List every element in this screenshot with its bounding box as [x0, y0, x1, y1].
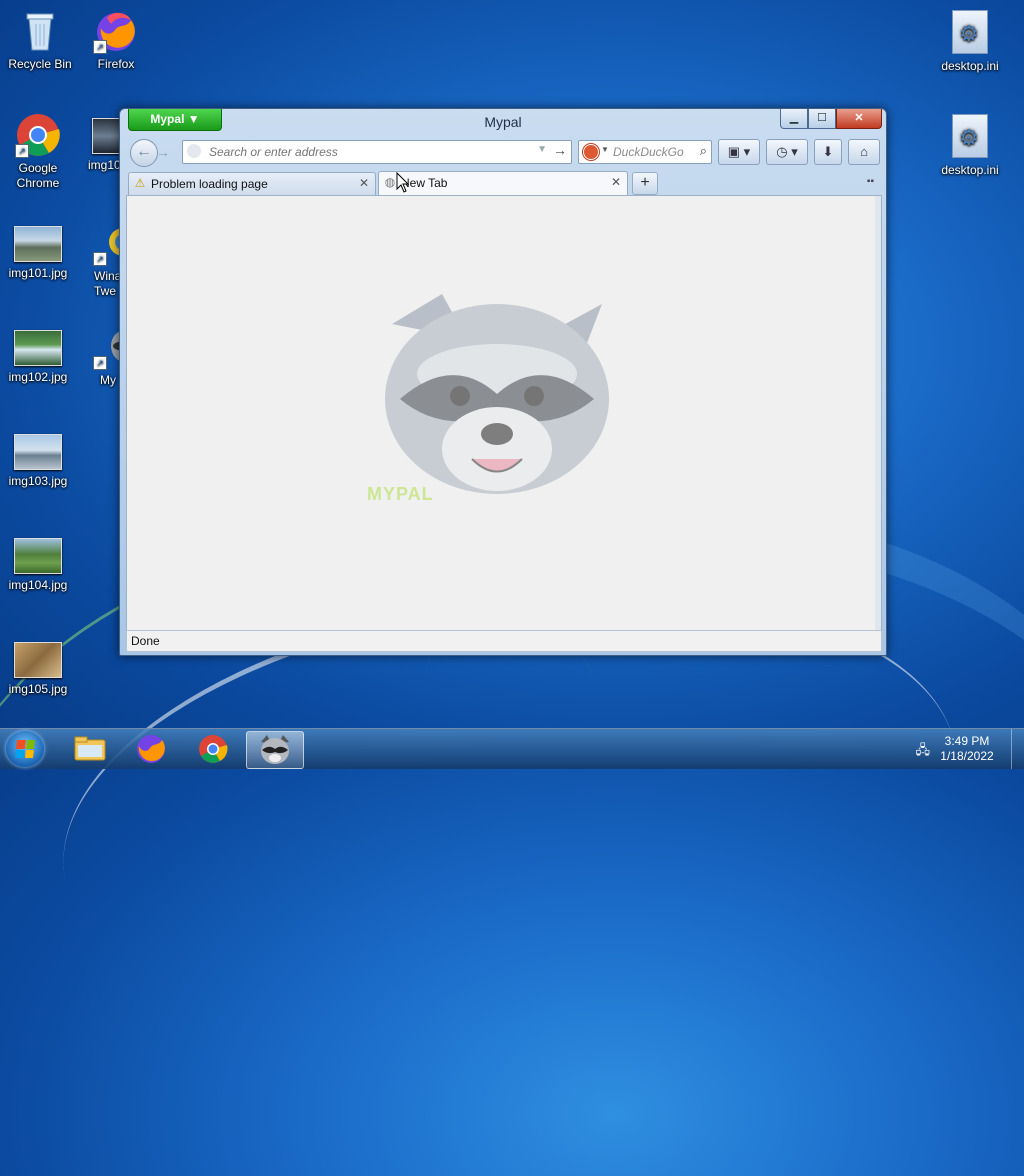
desktop-icon-label: img105.jpg [8, 682, 68, 696]
close-button[interactable]: ✕ [836, 109, 882, 129]
raccoon-logo [385, 294, 609, 494]
clock-time: 3:49 PM [944, 734, 990, 748]
tab-new-tab[interactable]: ◍ New Tab ✕ [378, 171, 628, 196]
windows-logo-icon [15, 740, 35, 758]
taskbar-explorer[interactable] [62, 731, 116, 767]
desktop-icon-img105[interactable]: img105.jpg [0, 636, 76, 697]
system-clock[interactable]: 3:49 PM 1/18/2022 [932, 734, 1002, 764]
shortcut-arrow-icon: ↗ [93, 252, 107, 266]
desktop-icon-label: img103.jpg [8, 474, 68, 488]
page-content[interactable]: MYPAL [126, 195, 882, 631]
raccoon-icon [261, 735, 289, 764]
home-button[interactable]: ⌂ [848, 139, 880, 165]
new-tab-button[interactable]: + [632, 172, 658, 195]
globe-icon: ◍ [384, 175, 396, 189]
status-bar: Done [126, 630, 882, 652]
tab-problem-loading[interactable]: ⚠ Problem loading page ✕ [128, 172, 376, 195]
settings-file-icon [947, 114, 993, 160]
show-desktop-button[interactable] [1011, 729, 1024, 769]
mypal-wordmark: MYPAL [367, 484, 434, 504]
downloads-button[interactable]: ⬇ [814, 139, 842, 165]
image-thumbnail-icon [14, 642, 62, 678]
minimize-button[interactable]: ▁ [780, 109, 808, 129]
start-button[interactable] [6, 731, 44, 767]
folder-icon [74, 736, 106, 761]
image-thumbnail-icon [14, 434, 62, 470]
taskbar-firefox[interactable] [124, 731, 178, 767]
desktop-icon-label: Wina Twe [94, 269, 122, 298]
title-bar[interactable]: Mypal ▼ Mypal ▁ ☐ ✕ [120, 109, 886, 135]
search-engine-placeholder[interactable]: DuckDuckGo [613, 145, 684, 159]
identity-icon[interactable] [187, 144, 201, 158]
taskbar-chrome[interactable] [186, 731, 240, 767]
desktop-icon-label: Firefox [97, 57, 135, 71]
status-text: Done [131, 634, 160, 648]
taskbar: 🖧 3:49 PM 1/18/2022 [0, 728, 1024, 769]
desktop-icon-label: desktop.ini [941, 59, 999, 73]
tab-label: Problem loading page [151, 177, 268, 191]
window-controls: ▁ ☐ ✕ [780, 109, 882, 129]
history-button[interactable]: ◷ ▾ [766, 139, 808, 165]
browser-window: Mypal ▼ Mypal ▁ ☐ ✕ ← → ▼ → ▼ DuckDuckGo… [119, 108, 887, 656]
desktop-icon-firefox[interactable]: ↗ Firefox [78, 8, 154, 72]
maximize-button[interactable]: ☐ [808, 109, 836, 129]
back-button[interactable]: ← [130, 139, 158, 167]
taskbar-mypal[interactable] [246, 731, 304, 769]
desktop-icon-img104[interactable]: img104.jpg [0, 532, 76, 593]
recycle-bin-icon [17, 8, 63, 54]
desktop-icon-label: Recycle Bin [8, 57, 72, 71]
desktop-icon-desktop-ini[interactable]: desktop.ini [932, 10, 1008, 74]
settings-file-icon [947, 10, 993, 56]
desktop-icon-img102[interactable]: img102.jpg [0, 324, 76, 385]
desktop-icon-recycle-bin[interactable]: Recycle Bin [2, 8, 78, 72]
search-icon[interactable]: ⌕ [700, 143, 707, 159]
tab-bar: ⚠ Problem loading page ✕ ◍ New Tab ✕ + ▪… [126, 171, 880, 196]
firefox-icon: ↗ [93, 8, 139, 54]
bookmarks-button[interactable]: ▣ ▾ [718, 139, 760, 165]
address-input[interactable] [207, 143, 531, 161]
duckduckgo-icon[interactable] [583, 144, 599, 160]
firefox-icon [137, 735, 165, 763]
shortcut-arrow-icon: ↗ [93, 40, 107, 54]
image-thumbnail-icon [14, 538, 62, 574]
shortcut-arrow-icon: ↗ [93, 356, 107, 370]
window-title: Mypal [484, 114, 522, 130]
desktop-icon-label: Google Chrome [16, 161, 60, 190]
scrollbar[interactable] [875, 196, 881, 630]
close-tab-button[interactable]: ✕ [359, 176, 369, 190]
desktop-icon-desktop-ini[interactable]: desktop.ini [932, 114, 1008, 178]
chevron-down-icon[interactable]: ▼ [601, 145, 609, 154]
network-icon[interactable]: 🖧 [916, 741, 931, 763]
chrome-icon: ↗ [15, 112, 61, 158]
tab-list-button[interactable]: ▪▪ [867, 176, 874, 187]
desktop-icon-google-chrome[interactable]: ↗ Google Chrome [0, 112, 76, 191]
close-tab-button[interactable]: ✕ [611, 175, 621, 189]
shortcut-arrow-icon: ↗ [15, 144, 29, 158]
desktop-icon-label: img104.jpg [8, 578, 68, 592]
forward-button[interactable]: → [156, 144, 174, 160]
image-thumbnail-icon [14, 330, 62, 366]
navigation-toolbar: ← → ▼ → ▼ DuckDuckGo ⌕ ▣ ▾ ◷ ▾ ⬇ ⌂ [126, 137, 880, 167]
desktop-icon-img101[interactable]: img101.jpg [0, 220, 76, 281]
chrome-icon [199, 735, 228, 763]
desktop-icon-label: desktop.ini [941, 163, 999, 177]
mouse-cursor-icon [396, 172, 410, 193]
history-dropdown-icon[interactable]: ▼ [537, 144, 547, 155]
desktop-icon-label: img101.jpg [8, 266, 68, 280]
clock-date: 1/18/2022 [940, 749, 994, 763]
warning-icon: ⚠ [134, 176, 146, 190]
image-thumbnail-icon [14, 226, 62, 262]
go-button[interactable]: → [553, 142, 567, 158]
search-bar[interactable]: ▼ DuckDuckGo ⌕ [578, 140, 712, 164]
address-bar[interactable]: ▼ → [182, 140, 572, 164]
desktop-icon-img103[interactable]: img103.jpg [0, 428, 76, 489]
desktop-icon-label: img102.jpg [8, 370, 68, 384]
